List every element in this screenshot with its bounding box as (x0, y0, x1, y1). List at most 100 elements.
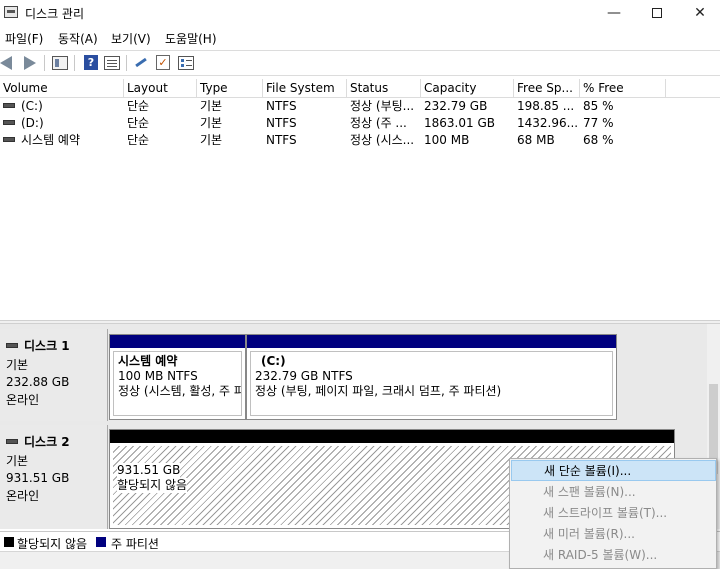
partition-c-drive[interactable]: (C:) 232.79 GB NTFS 정상 (부팅, 페이지 파일, 크래시 … (246, 334, 617, 420)
properties-button[interactable] (104, 55, 122, 71)
toolbar-separator (44, 55, 45, 71)
menu-new-striped-volume[interactable]: 새 스트라이프 볼륨(T)... (511, 503, 716, 524)
list-icon (178, 56, 194, 70)
menu-new-spanned-volume[interactable]: 새 스팬 볼륨(N)... (511, 482, 716, 503)
console-tree-icon (52, 56, 68, 70)
menu-new-raid5-volume[interactable]: 새 RAID-5 볼륨(W)... (511, 545, 716, 566)
table-row[interactable]: (D:) 단순 기본 NTFS 정상 (주 ... 1863.01 GB 143… (0, 115, 720, 132)
close-button[interactable]: ✕ (680, 0, 720, 26)
cell-status: 정상 (부팅... (350, 99, 415, 113)
disk-2-type: 기본 (6, 454, 29, 468)
disk-2-label[interactable]: 디스크 2 기본 931.51 GB 온라인 (0, 425, 108, 529)
cell-capacity: 1863.01 GB (424, 116, 495, 130)
disk-2-title: 디스크 2 (6, 433, 107, 450)
maximize-button[interactable] (637, 0, 677, 26)
maximize-icon (652, 8, 662, 18)
minimize-button[interactable]: — (594, 0, 634, 26)
help-button[interactable]: ? (82, 55, 100, 71)
cell-layout: 단순 (127, 133, 150, 147)
cell-percent-free: 77 % (583, 116, 614, 130)
menu-help[interactable]: 도움말(H) (165, 30, 217, 47)
legend-unallocated: 할당되지 않음 (17, 537, 88, 551)
cell-type: 기본 (200, 133, 223, 147)
disk-1-type: 기본 (6, 358, 29, 372)
cell-volume: (C:) (0, 98, 124, 115)
cell-type: 기본 (200, 99, 223, 113)
disk-1-name: 디스크 1 (24, 339, 70, 353)
partition-status: 정상 (부팅, 페이지 파일, 크래시 덤프, 주 파티션) (255, 384, 502, 398)
volume-icon (3, 137, 15, 142)
column-header-status[interactable]: Status (347, 79, 421, 98)
volume-icon (3, 103, 15, 108)
volume-name: (D:) (21, 116, 44, 130)
toolbar-separator (126, 55, 127, 71)
primary-partition-bar (110, 335, 245, 348)
volume-list: Volume Layout Type File System Status Ca… (0, 79, 720, 319)
disk-1-title: 디스크 1 (6, 337, 107, 354)
column-header-free-space[interactable]: Free Sp... (514, 79, 580, 98)
primary-partition-bar (247, 335, 616, 348)
rescan-key-icon (134, 56, 150, 70)
column-header-capacity[interactable]: Capacity (421, 79, 514, 98)
menu-new-mirrored-volume[interactable]: 새 미러 볼륨(R)... (511, 524, 716, 545)
partition-name: (C:) (261, 354, 286, 368)
cell-layout: 단순 (127, 99, 150, 113)
cell-capacity: 232.79 GB (424, 99, 488, 113)
unallocated-size: 931.51 GB (117, 463, 181, 478)
help-icon: ? (84, 55, 98, 70)
forward-button[interactable] (20, 55, 38, 71)
cell-layout: 단순 (127, 116, 150, 130)
menu-action[interactable]: 동작(A) (58, 30, 98, 47)
primary-partition-swatch (96, 537, 106, 547)
cell-file-system: NTFS (266, 116, 297, 130)
cell-free-space: 1432.96... (517, 116, 579, 130)
disk-2-name: 디스크 2 (24, 435, 70, 449)
list-button[interactable] (178, 55, 196, 71)
menu-view[interactable]: 보기(V) (111, 30, 151, 47)
cell-free-space: 198.85 ... (517, 99, 575, 113)
partition-details: 시스템 예약 100 MB NTFS 정상 (시스템, 활성, 주 파 (113, 351, 242, 416)
properties-icon (104, 56, 120, 70)
column-header-percent-free[interactable]: % Free (580, 79, 666, 98)
cell-percent-free: 68 % (583, 133, 614, 147)
volume-icon (3, 120, 15, 125)
disk-management-app-icon (4, 6, 18, 18)
column-header-layout[interactable]: Layout (124, 79, 197, 98)
cell-status: 정상 (주 ... (350, 116, 407, 130)
volume-name: 시스템 예약 (21, 133, 81, 147)
cell-volume: (D:) (0, 115, 124, 132)
disk-1-size: 232.88 GB (6, 375, 70, 389)
cell-capacity: 100 MB (424, 133, 470, 147)
check-icon: ✓ (156, 55, 170, 70)
cell-file-system: NTFS (266, 99, 297, 113)
column-header-file-system[interactable]: File System (263, 79, 347, 98)
toolbar: ? ✓ (0, 50, 720, 76)
rescan-button[interactable] (134, 55, 152, 71)
disk-2-size: 931.51 GB (6, 471, 70, 485)
back-button[interactable] (0, 55, 18, 71)
menu-new-simple-volume[interactable]: 새 단순 볼륨(I)... (511, 460, 716, 481)
console-tree-button[interactable] (52, 55, 70, 71)
partition-size-fs: 232.79 GB NTFS (255, 369, 353, 383)
menu-file[interactable]: 파일(F) (5, 30, 43, 47)
disk-2-state: 온라인 (6, 489, 40, 503)
cell-percent-free: 85 % (583, 99, 614, 113)
disk-icon (6, 439, 18, 444)
unallocated-bar (110, 430, 674, 443)
unallocated-label: 할당되지 않음 (117, 478, 188, 493)
cell-status: 정상 (시스... (350, 133, 415, 147)
table-row[interactable]: 시스템 예약 단순 기본 NTFS 정상 (시스... 100 MB 68 MB… (0, 132, 720, 149)
column-header-volume[interactable]: Volume (0, 79, 124, 98)
disk-1-label[interactable]: 디스크 1 기본 232.88 GB 온라인 (0, 329, 108, 421)
partition-system-reserved[interactable]: 시스템 예약 100 MB NTFS 정상 (시스템, 활성, 주 파 (109, 334, 246, 420)
partition-status: 정상 (시스템, 활성, 주 파 (118, 384, 242, 398)
disk-1-state: 온라인 (6, 393, 40, 407)
column-header-type[interactable]: Type (197, 79, 263, 98)
table-row[interactable]: (C:) 단순 기본 NTFS 정상 (부팅... 232.79 GB 198.… (0, 98, 720, 115)
cell-volume: 시스템 예약 (0, 132, 124, 149)
context-menu: 새 단순 볼륨(I)... 새 스팬 볼륨(N)... 새 스트라이프 볼륨(T… (509, 458, 717, 569)
disk-icon (6, 343, 18, 348)
title-bar: 디스크 관리 — ✕ (0, 0, 720, 26)
check-button[interactable]: ✓ (156, 55, 174, 71)
back-icon (0, 56, 12, 70)
